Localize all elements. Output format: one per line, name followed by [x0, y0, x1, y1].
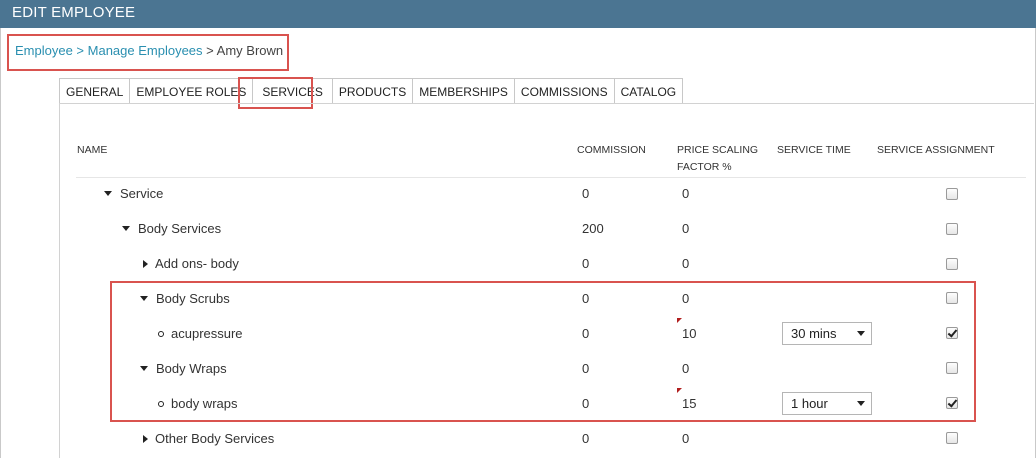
commission-value: 0 — [582, 291, 590, 306]
tab-products[interactable]: PRODUCTS — [332, 78, 414, 104]
service-assignment-checkbox[interactable] — [946, 292, 958, 304]
service-assignment-checkbox[interactable] — [946, 258, 958, 270]
column-header-price-scaling-line2: FACTOR % — [677, 161, 732, 173]
tree-row-label: Body Scrubs — [156, 291, 230, 306]
tree-row-body-wraps[interactable]: Body Wraps — [140, 361, 227, 376]
price-factor-value: 0 — [682, 291, 690, 306]
tree-row-label: Other Body Services — [155, 431, 275, 446]
price-factor-value: 0 — [682, 256, 690, 271]
breadcrumb-current: Amy Brown — [216, 43, 284, 58]
tree-row-add-ons-body[interactable]: Add ons- body — [141, 256, 239, 271]
tree-row-label: body wraps — [171, 396, 238, 411]
edited-marker-icon — [677, 318, 682, 323]
commission-value: 0 — [582, 431, 590, 446]
tree-row-label: Service — [120, 186, 164, 201]
service-assignment-checkbox[interactable] — [946, 397, 958, 409]
price-factor-value: 0 — [682, 186, 690, 201]
service-time-selected: 1 hour — [791, 396, 828, 411]
tree-row-other-body-services[interactable]: Other Body Services — [141, 431, 274, 446]
breadcrumb-separator: > — [202, 43, 217, 58]
tab-memberships[interactable]: MEMBERSHIPS — [413, 78, 515, 104]
price-factor-value: 0 — [682, 431, 690, 446]
caret-down-icon[interactable] — [140, 366, 148, 371]
service-assignment-checkbox[interactable] — [946, 362, 958, 374]
column-header-price-scaling: PRICE SCALING FACTOR % — [677, 142, 758, 176]
tree-row-acupressure[interactable]: acupressure — [158, 326, 243, 341]
service-time-select[interactable]: 1 hour — [782, 392, 872, 415]
tree-row-label: acupressure — [171, 326, 243, 341]
commission-value: 0 — [582, 326, 590, 341]
caret-down-icon[interactable] — [140, 296, 148, 301]
tree-row-label: Add ons- body — [155, 256, 239, 271]
caret-down-icon[interactable] — [122, 226, 130, 231]
commission-value: 0 — [582, 256, 590, 271]
price-factor-value: 0 — [682, 221, 690, 236]
tree-row-body-wraps-service[interactable]: body wraps — [158, 396, 237, 411]
column-header-service-time: SERVICE TIME — [777, 144, 851, 156]
tree-row-body-scrubs[interactable]: Body Scrubs — [140, 291, 230, 306]
tab-general[interactable]: GENERAL — [59, 78, 131, 104]
column-header-price-scaling-line1: PRICE SCALING — [677, 144, 759, 156]
commission-value: 0 — [582, 361, 590, 376]
price-factor-value: 0 — [682, 361, 690, 376]
breadcrumb-employee-link[interactable]: Employee — [15, 43, 73, 58]
price-factor-value[interactable]: 10 — [682, 326, 696, 341]
service-assignment-checkbox[interactable] — [946, 223, 958, 235]
tab-commissions[interactable]: COMMISSIONS — [514, 78, 615, 104]
column-header-name: NAME — [77, 144, 108, 156]
tree-row-service[interactable]: Service — [104, 186, 163, 201]
price-factor-value[interactable]: 15 — [682, 396, 696, 411]
caret-down-icon[interactable] — [104, 191, 112, 196]
breadcrumb: Employee > Manage Employees > Amy Brown — [15, 43, 283, 58]
header-divider — [76, 177, 1026, 178]
service-assignment-checkbox[interactable] — [946, 327, 958, 339]
tree-row-label: Body Services — [138, 221, 222, 236]
commission-value: 0 — [582, 396, 590, 411]
tab-employee-roles[interactable]: EMPLOYEE ROLES — [130, 78, 254, 104]
service-time-select[interactable]: 30 mins — [782, 322, 872, 345]
dropdown-arrow-icon — [857, 331, 865, 336]
window-title: EDIT EMPLOYEE — [0, 0, 1036, 28]
tab-bar: GENERAL EMPLOYEE ROLES SERVICES PRODUCTS… — [59, 78, 684, 104]
service-time-selected: 30 mins — [791, 326, 837, 341]
tab-catalog[interactable]: CATALOG — [614, 78, 684, 104]
edited-marker-icon — [677, 388, 682, 393]
service-assignment-checkbox[interactable] — [946, 432, 958, 444]
column-header-commission: COMMISSION — [577, 144, 646, 156]
commission-value: 0 — [582, 186, 590, 201]
tree-row-label: Body Wraps — [156, 361, 227, 376]
breadcrumb-manage-employees-link[interactable]: Manage Employees — [88, 43, 203, 58]
bullet-icon — [158, 400, 164, 407]
caret-right-icon[interactable] — [143, 259, 148, 268]
tree-row-body-services[interactable]: Body Services — [122, 221, 221, 236]
bullet-icon — [158, 330, 164, 337]
commission-value: 200 — [582, 221, 604, 236]
dropdown-arrow-icon — [857, 401, 865, 406]
service-assignment-checkbox[interactable] — [946, 188, 958, 200]
breadcrumb-separator: > — [72, 43, 88, 58]
tab-services[interactable]: SERVICES — [253, 78, 333, 104]
caret-right-icon[interactable] — [143, 434, 148, 443]
column-header-service-assignment: SERVICE ASSIGNMENT — [877, 144, 995, 156]
